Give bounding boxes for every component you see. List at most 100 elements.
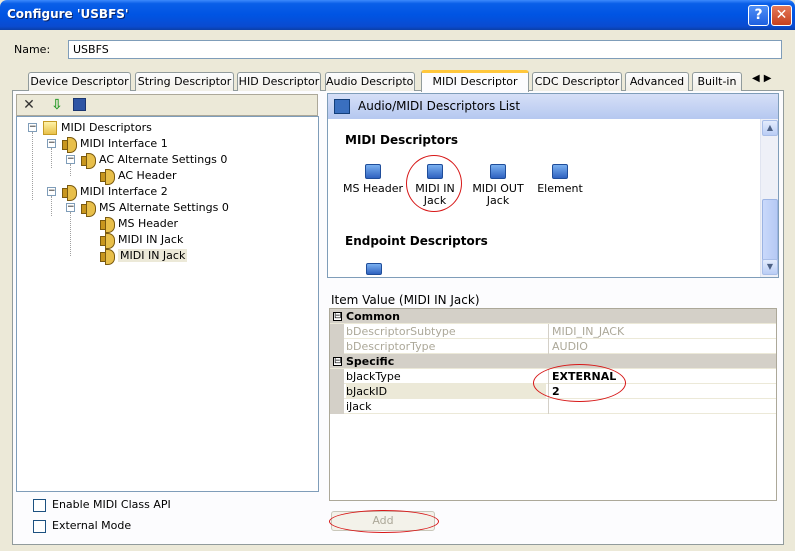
tree-node-label: MIDI IN Jack — [118, 233, 184, 246]
ms-header-item[interactable]: MS Header — [342, 164, 404, 195]
speaker-icon — [100, 217, 115, 233]
tree-node-midi-in-jack[interactable]: MIDI IN Jack — [100, 232, 184, 249]
descriptor-tree[interactable]: − MIDI Descriptors − MIDI Interface 1 − … — [16, 116, 319, 492]
item-value-title: Item Value (MIDI IN Jack) — [331, 293, 480, 307]
tree-node-label: MIDI Descriptors — [61, 121, 152, 134]
speaker-icon — [100, 233, 115, 249]
collapse-icon[interactable]: − — [66, 155, 75, 164]
property-row[interactable]: bDescriptorSubtype MIDI_IN_JACK — [330, 324, 776, 339]
tree-node-ac-header[interactable]: AC Header — [100, 168, 177, 185]
property-value[interactable]: 2 — [548, 384, 776, 399]
title-bar[interactable]: Configure 'USBFS' ? ✕ — [0, 0, 795, 30]
tab-scroll-arrows[interactable]: ◀▶ — [752, 73, 775, 84]
tree-node-midi-in-jack-selected[interactable]: MIDI IN Jack — [100, 248, 188, 265]
collapse-icon[interactable]: − — [66, 203, 75, 212]
tree-node-label: MS Header — [118, 217, 179, 230]
speaker-icon — [81, 201, 96, 217]
name-input[interactable]: USBFS — [68, 40, 782, 59]
checkbox-label: Enable MIDI Class API — [52, 498, 171, 511]
checkbox-box[interactable] — [33, 498, 46, 512]
property-name: iJack — [346, 400, 372, 413]
descriptor-icon — [427, 164, 443, 179]
speaker-icon — [100, 169, 115, 185]
property-value[interactable]: AUDIO — [548, 339, 776, 354]
tab-cdc-descriptor[interactable]: CDC Descriptor — [532, 72, 622, 91]
category-label: Specific — [346, 355, 395, 368]
descriptor-icon — [365, 164, 381, 179]
collapse-icon[interactable]: − — [47, 139, 56, 148]
tab-audio-descriptor[interactable]: Audio Descriptor — [325, 72, 415, 91]
midi-in-jack-item[interactable]: MIDI IN Jack — [405, 164, 465, 207]
property-row[interactable]: iJack — [330, 399, 776, 414]
tree-node-ms-header[interactable]: MS Header — [100, 216, 179, 233]
speaker-icon — [100, 249, 115, 265]
close-button[interactable]: ✕ — [771, 5, 792, 26]
item-label: MIDI IN Jack — [415, 182, 455, 207]
property-value[interactable]: MIDI_IN_JACK — [548, 324, 776, 339]
endpoint-descriptors-section-title: Endpoint Descriptors — [345, 234, 488, 248]
property-name: bDescriptorSubtype — [346, 325, 456, 338]
property-row[interactable]: bJackType EXTERNAL — [330, 369, 776, 384]
element-item[interactable]: Element — [529, 164, 591, 195]
tab-advanced[interactable]: Advanced — [625, 72, 689, 91]
descriptors-list-title: Audio/MIDI Descriptors List — [358, 99, 521, 113]
scroll-down-button[interactable]: ▼ — [762, 259, 778, 275]
collapse-icon[interactable]: ⊟ — [333, 312, 342, 321]
property-row[interactable]: bJackID 2 — [330, 384, 776, 399]
collapse-icon[interactable]: − — [28, 123, 37, 132]
speaker-icon — [62, 137, 77, 153]
checkbox-box[interactable] — [33, 519, 46, 533]
collapse-icon[interactable]: ⊟ — [333, 357, 342, 366]
midi-out-jack-item[interactable]: MIDI OUT Jack — [467, 164, 529, 207]
descriptors-list-header: Audio/MIDI Descriptors List — [328, 94, 778, 119]
category-label: Common — [346, 310, 400, 323]
tab-hid-descriptor[interactable]: HID Descriptor — [237, 72, 321, 91]
scroll-up-button[interactable]: ▲ — [762, 120, 778, 136]
item-value-grid[interactable]: ⊟ Common bDescriptorSubtype MIDI_IN_JACK… — [329, 308, 777, 501]
property-row[interactable]: bDescriptorType AUDIO — [330, 339, 776, 354]
import-icon[interactable]: ⇩ — [48, 97, 66, 114]
tree-node-label: MIDI Interface 1 — [80, 137, 168, 150]
descriptors-list-scrollbar[interactable]: ▲ ▼ — [760, 119, 778, 277]
endpoint-descriptor-icon[interactable] — [366, 263, 382, 275]
tab-device-descriptor[interactable]: Device Descriptor — [28, 72, 131, 91]
help-button[interactable]: ? — [748, 5, 769, 26]
tree-node-label: MIDI IN Jack — [118, 249, 188, 262]
tree-node-label: AC Alternate Settings 0 — [99, 153, 228, 166]
midi-descriptors-section-title: MIDI Descriptors — [345, 133, 459, 147]
speaker-icon — [81, 153, 96, 169]
item-label: Element — [537, 182, 583, 195]
tree-node-label: MIDI Interface 2 — [80, 185, 168, 198]
save-icon[interactable] — [70, 97, 88, 114]
category-specific[interactable]: ⊟ Specific — [330, 354, 776, 369]
descriptor-icon — [490, 164, 506, 179]
external-mode-checkbox[interactable]: External Mode — [33, 519, 131, 533]
tree-toolbar: ✕ ⇩ — [16, 94, 318, 116]
property-value[interactable] — [548, 399, 776, 414]
collapse-icon[interactable]: − — [47, 187, 56, 196]
property-name: bJackType — [346, 370, 401, 383]
tree-node-label: AC Header — [118, 169, 177, 182]
add-button[interactable]: Add — [331, 511, 435, 531]
folder-icon — [43, 121, 57, 135]
window-title: Configure 'USBFS' — [7, 7, 129, 21]
tree-node-label: MS Alternate Settings 0 — [99, 201, 229, 214]
descriptor-icon — [552, 164, 568, 179]
category-common[interactable]: ⊟ Common — [330, 309, 776, 324]
item-label: MIDI OUT Jack — [472, 182, 524, 207]
enable-midi-class-api-checkbox[interactable]: Enable MIDI Class API — [33, 498, 171, 512]
property-name: bDescriptorType — [346, 340, 436, 353]
item-label: MS Header — [342, 182, 404, 195]
tab-midi-descriptor[interactable]: MIDI Descriptor — [421, 70, 529, 92]
tab-built-in[interactable]: Built-in — [692, 72, 742, 91]
property-name: bJackID — [346, 384, 546, 399]
scroll-thumb[interactable] — [762, 199, 778, 261]
property-value[interactable]: EXTERNAL — [548, 369, 776, 384]
delete-icon[interactable]: ✕ — [20, 97, 38, 114]
checkbox-label: External Mode — [52, 519, 132, 532]
name-label: Name: — [14, 43, 51, 56]
tab-string-descriptor[interactable]: String Descriptor — [135, 72, 234, 91]
descriptors-list-panel: Audio/MIDI Descriptors List MIDI Descrip… — [327, 93, 779, 278]
window-bottom-edge — [0, 545, 795, 551]
speaker-icon — [62, 185, 77, 201]
